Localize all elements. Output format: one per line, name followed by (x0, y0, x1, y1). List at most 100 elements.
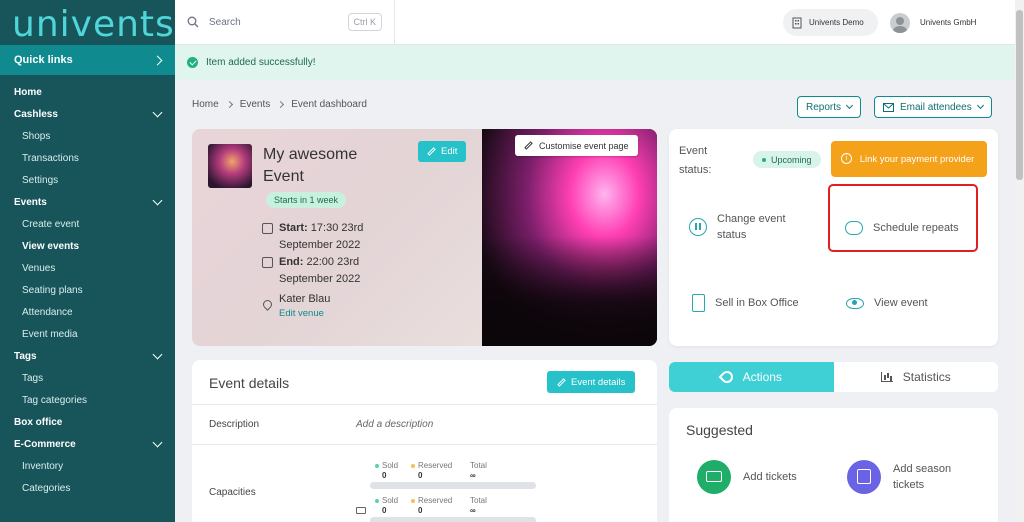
organization-switcher[interactable]: Univents Demo (783, 9, 878, 36)
success-alert: Item added successfully! (175, 45, 1015, 80)
calendar-icon (262, 223, 273, 234)
breadcrumb-home[interactable]: Home (192, 99, 219, 110)
organization-name: Univents Demo (809, 18, 864, 27)
event-banner-image (482, 129, 657, 346)
sidebar-item-inventory[interactable]: Inventory (0, 455, 175, 477)
user-menu[interactable]: Univents GmbH (890, 9, 976, 36)
sidebar-item-transactions[interactable]: Transactions (0, 147, 175, 169)
event-title: My awesome Event (263, 146, 358, 185)
sidebar-item-label: Box office (14, 416, 63, 428)
chevron-right-icon (152, 55, 163, 65)
box-office-label: Sell in Box Office (715, 297, 799, 309)
building-icon (792, 17, 802, 28)
check-circle-icon (187, 57, 198, 68)
chevron-right-icon (225, 100, 233, 109)
calendar-check-icon (262, 257, 273, 268)
quick-links[interactable]: Quick links (0, 45, 175, 75)
view-event-label: View event (874, 297, 928, 309)
sidebar-item-categories[interactable]: Categories (0, 477, 175, 499)
status-badge-label: Upcoming (771, 154, 812, 165)
scrollbar[interactable] (1015, 0, 1024, 522)
chevron-down-icon (152, 195, 163, 205)
sidebar-item-label: Venues (22, 262, 56, 274)
end-label: End: (279, 256, 304, 268)
bar-chart-icon (880, 372, 893, 382)
highlight-box (828, 184, 978, 252)
reports-button[interactable]: Reports (797, 96, 862, 118)
wrench-icon (718, 368, 736, 386)
add-season-tickets-action[interactable]: Add season tickets (847, 460, 977, 494)
capacities-label: Capacities (209, 487, 256, 498)
change-event-status-action[interactable]: Change event status (689, 211, 809, 243)
add-tickets-label: Add tickets (743, 471, 797, 483)
edit-label: Edit (441, 146, 458, 157)
sidebar-item-attendance[interactable]: Attendance (0, 301, 175, 323)
ticket-icon (697, 460, 731, 494)
breadcrumb: Home Events Event dashboard (192, 99, 367, 110)
reports-label: Reports (806, 101, 842, 113)
event-details-button[interactable]: Event details (547, 371, 636, 393)
sidebar-item-event-media[interactable]: Event media (0, 323, 175, 345)
sidebar-item-events[interactable]: Events (0, 191, 175, 213)
sidebar-item-settings[interactable]: Settings (0, 169, 175, 191)
sidebar-item-shops[interactable]: Shops (0, 125, 175, 147)
tab-statistics-label: Statistics (902, 370, 951, 384)
event-details-panel: Event details Event details Description … (192, 360, 657, 522)
sidebar-item-label: Create event (22, 218, 80, 230)
avatar (890, 12, 910, 33)
sidebar-item-cashless[interactable]: Cashless (0, 103, 175, 125)
user-name: Univents GmbH (920, 18, 977, 27)
scrollbar-thumb[interactable] (1016, 10, 1023, 180)
sidebar: univents Quick links Home Cashless Shops Tr… (0, 0, 175, 522)
tab-actions[interactable]: Actions (669, 362, 834, 392)
sidebar-item-label: Shops (22, 130, 51, 142)
email-attendees-button[interactable]: Email attendees (874, 96, 992, 118)
tab-statistics[interactable]: Statistics (834, 362, 999, 392)
map-pin-icon (261, 298, 274, 311)
status-dot (762, 157, 766, 162)
event-thumbnail (208, 144, 252, 188)
capacity-bar (370, 482, 536, 489)
description-placeholder[interactable]: Add a description (356, 419, 433, 430)
sidebar-item-label: View events (22, 240, 80, 252)
calendar-icon (847, 460, 881, 494)
event-status-label: Event status: (679, 145, 712, 176)
sidebar-item-box-office[interactable]: Box office (0, 411, 175, 433)
edit-venue-link[interactable]: Edit venue (279, 308, 324, 319)
sidebar-item-label: Tag categories (22, 394, 88, 406)
search-placeholder: Search (209, 16, 241, 28)
sell-in-box-office-action[interactable]: Sell in Box Office (692, 294, 799, 312)
breadcrumb-current: Event dashboard (291, 99, 367, 110)
sidebar-item-tags[interactable]: Tags (0, 367, 175, 389)
sidebar-nav: Home Cashless Shops Transactions Settings Eve… (0, 75, 175, 499)
search-shortcut: Ctrl K (347, 13, 382, 31)
eye-icon (846, 297, 864, 309)
capacity-bar (370, 517, 536, 522)
description-label: Description (209, 419, 260, 430)
sidebar-item-tags[interactable]: Tags (0, 345, 175, 367)
sidebar-item-seating-plans[interactable]: Seating plans (0, 279, 175, 301)
email-attendees-label: Email attendees (900, 101, 972, 113)
search-input[interactable]: Search Ctrl K (175, 0, 395, 45)
sidebar-item-view-events[interactable]: View events (0, 235, 175, 257)
sidebar-item-label: E-Commerce (14, 438, 76, 450)
sidebar-item-label: Inventory (22, 460, 64, 472)
breadcrumb-events[interactable]: Events (240, 99, 271, 110)
sidebar-item-venues[interactable]: Venues (0, 257, 175, 279)
venue-name: Kater Blau (279, 293, 331, 305)
alert-message: Item added successfully! (206, 57, 316, 68)
logo[interactable]: univents (0, 0, 175, 45)
sidebar-item-home[interactable]: Home (0, 81, 175, 103)
view-event-action[interactable]: View event (846, 295, 928, 311)
sidebar-item-label: Categories (22, 482, 71, 494)
sidebar-item-label: Settings (22, 174, 59, 186)
edit-event-button[interactable]: Edit (418, 141, 467, 162)
sidebar-item-e-commerce[interactable]: E-Commerce (0, 433, 175, 455)
customise-event-page-button[interactable]: Customise event page (515, 135, 638, 156)
link-payment-provider-button[interactable]: i Link your payment provider (831, 141, 987, 177)
pencil-icon (427, 147, 436, 156)
sidebar-item-label: Cashless (14, 108, 58, 120)
sidebar-item-create-event[interactable]: Create event (0, 213, 175, 235)
sidebar-item-tag-categories[interactable]: Tag categories (0, 389, 175, 411)
add-tickets-action[interactable]: Add tickets (697, 460, 797, 494)
